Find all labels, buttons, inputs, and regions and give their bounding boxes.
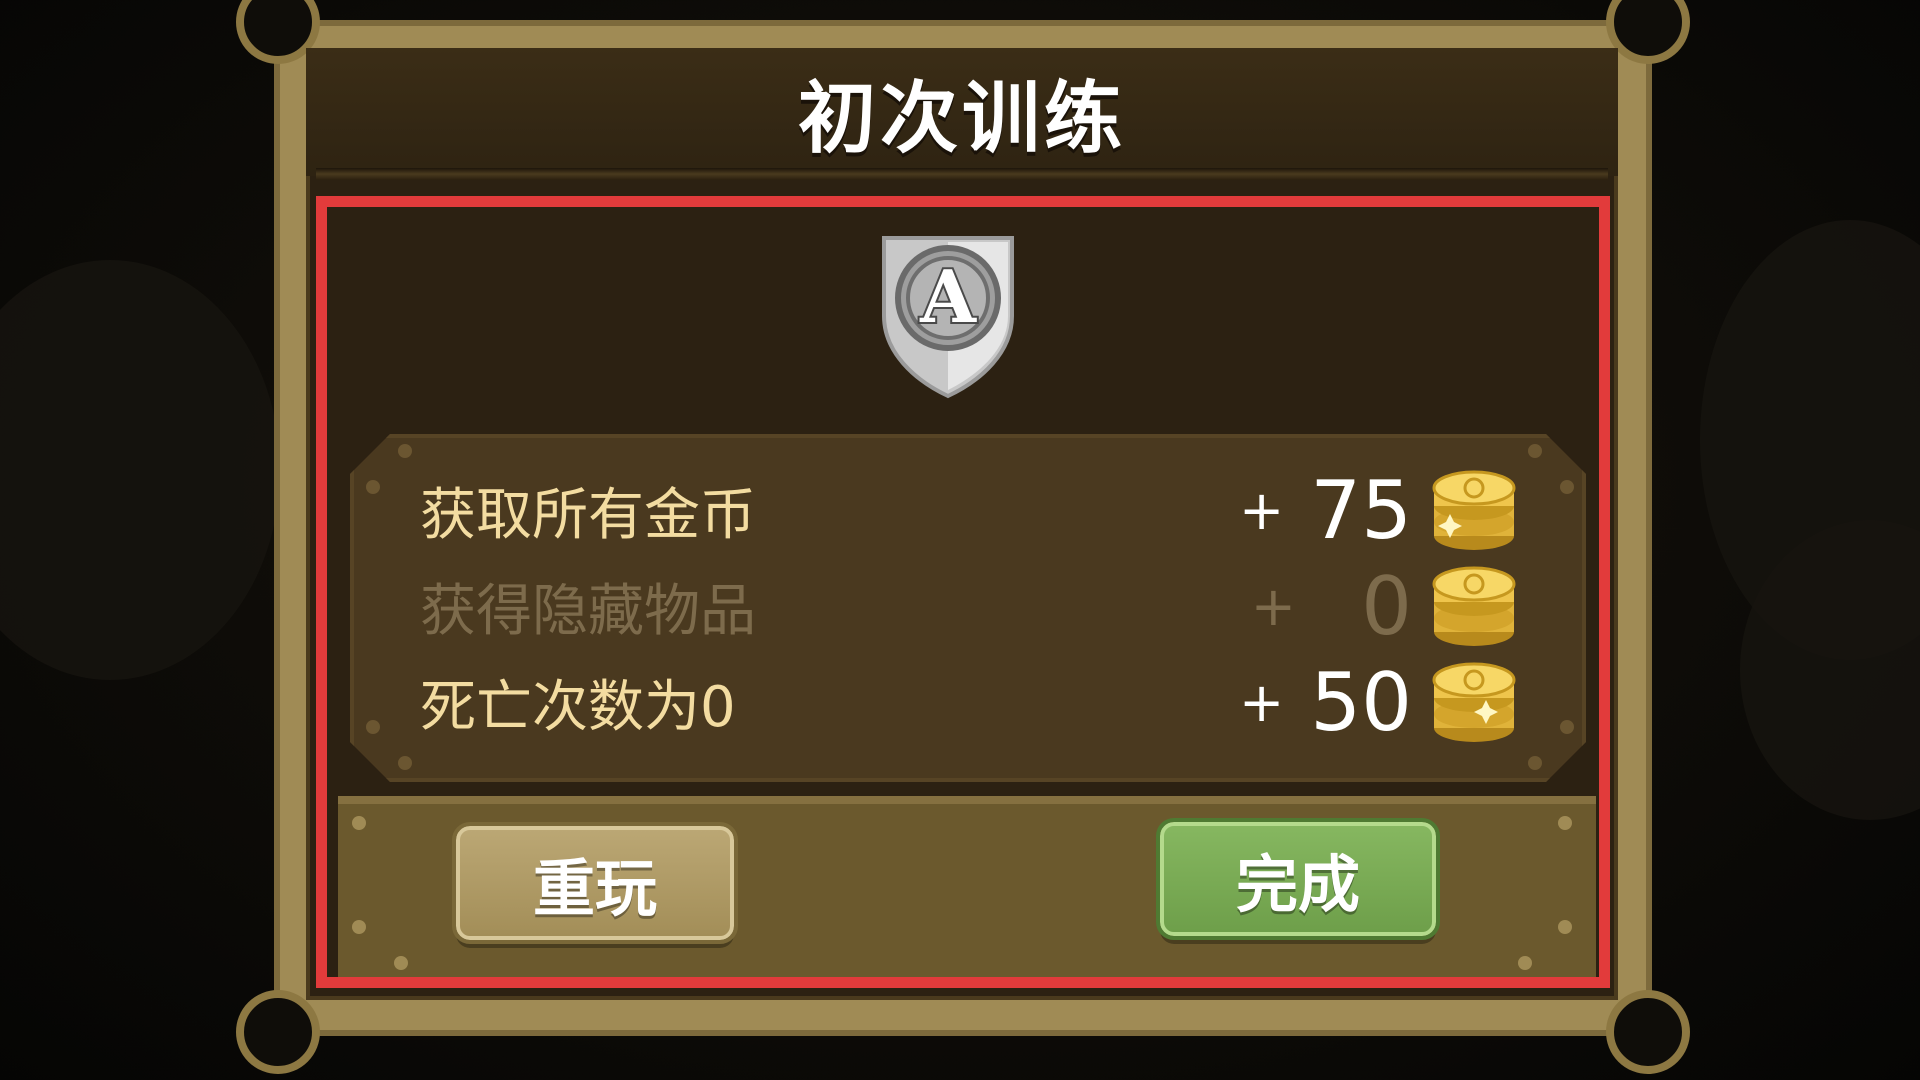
footer-rivet [352, 920, 366, 934]
dialog-title: 初次训练 [797, 74, 1126, 164]
title-bar: 初次训练 [306, 48, 1618, 176]
reward-label: 死亡次数为0 [420, 674, 736, 740]
reward-row-zero-deaths: 死亡次数为0 + 50 [420, 656, 1520, 749]
panel-rivet [1528, 444, 1542, 458]
reward-plus-sign: + [1250, 574, 1296, 638]
panel-rivet [366, 720, 380, 734]
panel-rivet [398, 756, 412, 770]
panel-rivet [398, 444, 412, 458]
done-button-label: 完成 [1235, 848, 1360, 921]
gold-coins-icon [1432, 470, 1516, 550]
reward-row-collect-coins: 获取所有金币 + 75 [420, 464, 1520, 557]
done-button[interactable]: 完成 [1156, 818, 1440, 940]
footer-rivet [1518, 956, 1532, 970]
gold-coins-icon [1432, 566, 1516, 646]
reward-label: 获得隐藏物品 [420, 578, 756, 644]
reward-plus-sign: + [1238, 478, 1285, 542]
background-scenery [0, 260, 280, 680]
reward-row-hidden-item: 获得隐藏物品 + 0 [420, 560, 1520, 653]
svg-text:A: A [919, 254, 977, 339]
replay-button[interactable]: 重玩 [452, 822, 738, 944]
gold-coins-icon [1432, 662, 1516, 742]
reward-amount: 50 [1310, 655, 1412, 749]
panel-rivet [1560, 480, 1574, 494]
replay-button-label: 重玩 [532, 852, 657, 925]
footer-rivet [352, 816, 366, 830]
title-divider [316, 168, 1608, 180]
footer-rivet [394, 956, 408, 970]
reward-amount: 0 [1361, 559, 1412, 653]
panel-rivet [1560, 720, 1574, 734]
shield-letter-a-icon: A [882, 236, 1014, 399]
reward-amount: 75 [1310, 463, 1412, 557]
footer-rivet [1558, 920, 1572, 934]
frame-corner [1606, 990, 1690, 1074]
footer-rivet [1558, 816, 1572, 830]
frame-corner [236, 990, 320, 1074]
reward-label: 获取所有金币 [420, 482, 756, 548]
panel-rivet [1528, 756, 1542, 770]
panel-rivet [366, 480, 380, 494]
reward-plus-sign: + [1238, 670, 1285, 734]
